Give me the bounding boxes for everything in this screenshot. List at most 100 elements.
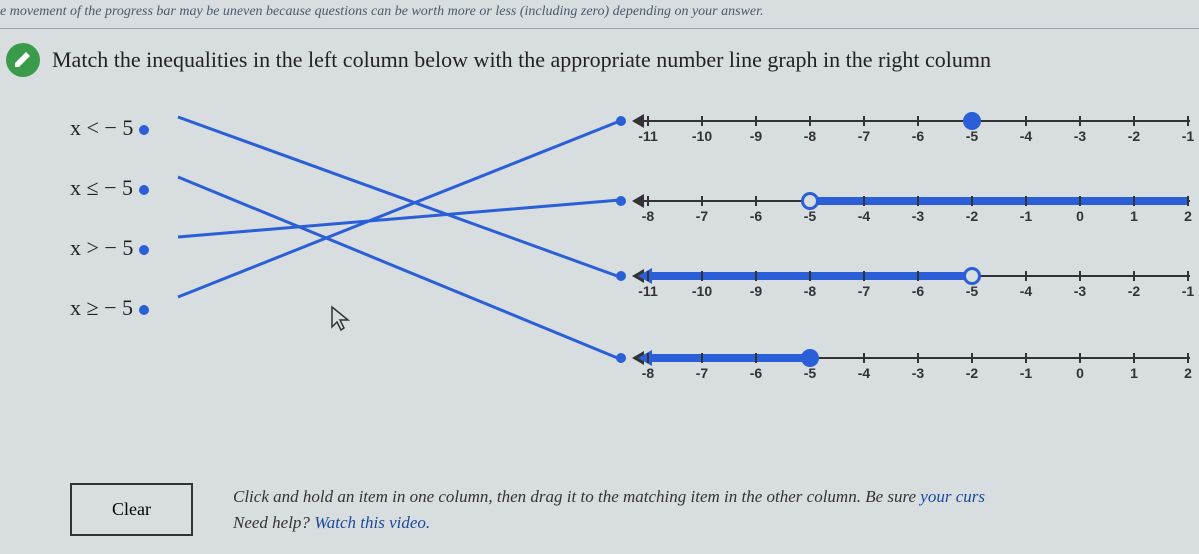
question-header: Match the inequalities in the left colum…	[0, 29, 1199, 87]
tick-mark	[1079, 353, 1081, 363]
inequality-item[interactable]: x ≤ − 5	[70, 175, 149, 201]
connector-dot	[139, 185, 149, 195]
tick-label: -1	[1182, 283, 1194, 299]
inequality-label: x > − 5	[70, 235, 133, 260]
connector-dot	[616, 271, 626, 281]
tick-label: 1	[1130, 365, 1138, 381]
tick-label: 2	[1184, 208, 1192, 224]
shade-arrow-left-icon	[638, 268, 652, 284]
tick-label: -10	[692, 283, 712, 299]
closed-point-icon	[963, 112, 981, 130]
matching-area[interactable]: x < − 5 x ≤ − 5 x > − 5 x ≥ − 5 -11-10-9…	[0, 87, 1199, 447]
tick-mark	[647, 196, 649, 206]
tick-label: -1	[1020, 208, 1032, 224]
tick-mark	[1187, 196, 1189, 206]
instructions-text: Click and hold an item in one column, th…	[233, 484, 985, 535]
tick-mark	[917, 196, 919, 206]
tick-label: -3	[1074, 128, 1086, 144]
tick-mark	[647, 271, 649, 281]
inequality-item[interactable]: x < − 5	[70, 115, 149, 141]
tick-label: -1	[1182, 128, 1194, 144]
tick-label: -5	[966, 283, 978, 299]
number-line[interactable]: -8-7-6-5-4-3-2-1012	[630, 339, 1190, 389]
tick-label: -6	[750, 365, 762, 381]
watch-video-link[interactable]: Watch this video.	[314, 513, 430, 532]
arrow-left-icon	[632, 114, 644, 128]
closed-point-icon	[801, 349, 819, 367]
connector-dot	[139, 305, 149, 315]
tick-mark	[755, 196, 757, 206]
open-point-icon	[963, 267, 981, 285]
tick-mark	[701, 271, 703, 281]
tick-label: -6	[750, 208, 762, 224]
tick-mark	[809, 271, 811, 281]
tick-label: -1	[1020, 365, 1032, 381]
tick-mark	[701, 196, 703, 206]
tick-mark	[755, 116, 757, 126]
tick-label: 0	[1076, 208, 1084, 224]
inequality-label: x ≥ − 5	[70, 295, 133, 320]
tick-label: -8	[642, 208, 654, 224]
tick-label: -9	[750, 128, 762, 144]
tick-mark	[1133, 353, 1135, 363]
inequality-item[interactable]: x ≥ − 5	[70, 295, 149, 321]
inequality-item[interactable]: x > − 5	[70, 235, 149, 261]
cursor-icon	[330, 305, 352, 336]
tick-label: -11	[638, 128, 657, 144]
tick-mark	[971, 353, 973, 363]
inequality-label: x ≤ − 5	[70, 175, 133, 200]
number-line[interactable]: -11-10-9-8-7-6-5-4-3-2-1	[630, 257, 1190, 307]
tick-label: -3	[1074, 283, 1086, 299]
clear-button[interactable]: Clear	[70, 483, 193, 536]
tick-mark	[1133, 271, 1135, 281]
tick-mark	[1133, 116, 1135, 126]
tick-label: -2	[966, 208, 978, 224]
tick-mark	[863, 196, 865, 206]
tick-mark	[863, 116, 865, 126]
tick-label: -4	[858, 365, 870, 381]
tick-label: -6	[912, 283, 924, 299]
tick-mark	[917, 271, 919, 281]
tick-mark	[1079, 196, 1081, 206]
tick-mark	[701, 353, 703, 363]
tick-mark	[1025, 271, 1027, 281]
instructions-emphasis: your curs	[920, 487, 985, 506]
tick-label: -10	[692, 128, 712, 144]
tick-label: -3	[912, 365, 924, 381]
tick-mark	[1079, 271, 1081, 281]
shade-arrow-left-icon	[638, 350, 652, 366]
tick-label: -5	[804, 208, 816, 224]
number-line[interactable]: -11-10-9-8-7-6-5-4-3-2-1	[630, 102, 1190, 152]
tick-mark	[1025, 196, 1027, 206]
tick-label: -2	[966, 365, 978, 381]
tick-mark	[863, 271, 865, 281]
tick-label: -7	[696, 365, 708, 381]
tick-label: -11	[638, 283, 657, 299]
tick-label: -9	[750, 283, 762, 299]
arrow-left-icon	[632, 194, 644, 208]
tick-mark	[1079, 116, 1081, 126]
tick-mark	[917, 116, 919, 126]
tick-mark	[863, 353, 865, 363]
tick-mark	[809, 116, 811, 126]
instructions-part: Click and hold an item in one column, th…	[233, 487, 920, 506]
tick-mark	[647, 353, 649, 363]
number-line[interactable]: -8-7-6-5-4-3-2-1012	[630, 182, 1190, 232]
tick-label: -4	[1020, 283, 1032, 299]
tick-label: -7	[858, 283, 870, 299]
axis-line	[640, 120, 1190, 122]
tick-label: -2	[1128, 283, 1140, 299]
tick-label: -8	[642, 365, 654, 381]
tick-label: -4	[1020, 128, 1032, 144]
checkmark-pencil-icon	[6, 43, 40, 77]
tick-label: -4	[858, 208, 870, 224]
progress-bar-note: e movement of the progress bar may be un…	[0, 0, 1199, 29]
footer: Clear Click and hold an item in one colu…	[70, 483, 985, 536]
tick-label: -3	[912, 208, 924, 224]
tick-mark	[1187, 271, 1189, 281]
inequality-label: x < − 5	[70, 115, 133, 140]
connector-dot	[139, 125, 149, 135]
tick-mark	[1187, 353, 1189, 363]
tick-mark	[755, 353, 757, 363]
tick-label: -8	[804, 128, 816, 144]
